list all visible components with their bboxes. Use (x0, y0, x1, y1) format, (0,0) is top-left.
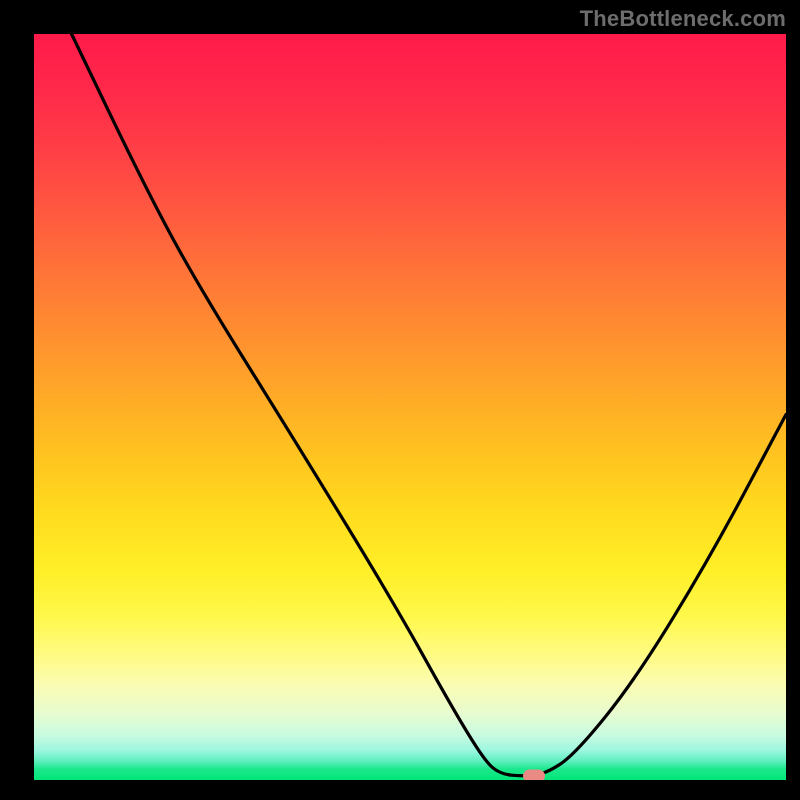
plot-area (34, 34, 786, 780)
bottleneck-curve (34, 34, 786, 780)
watermark-text: TheBottleneck.com (580, 6, 786, 32)
chart-frame: TheBottleneck.com (0, 0, 800, 800)
curve-path (72, 34, 786, 776)
optimal-marker (523, 769, 545, 780)
